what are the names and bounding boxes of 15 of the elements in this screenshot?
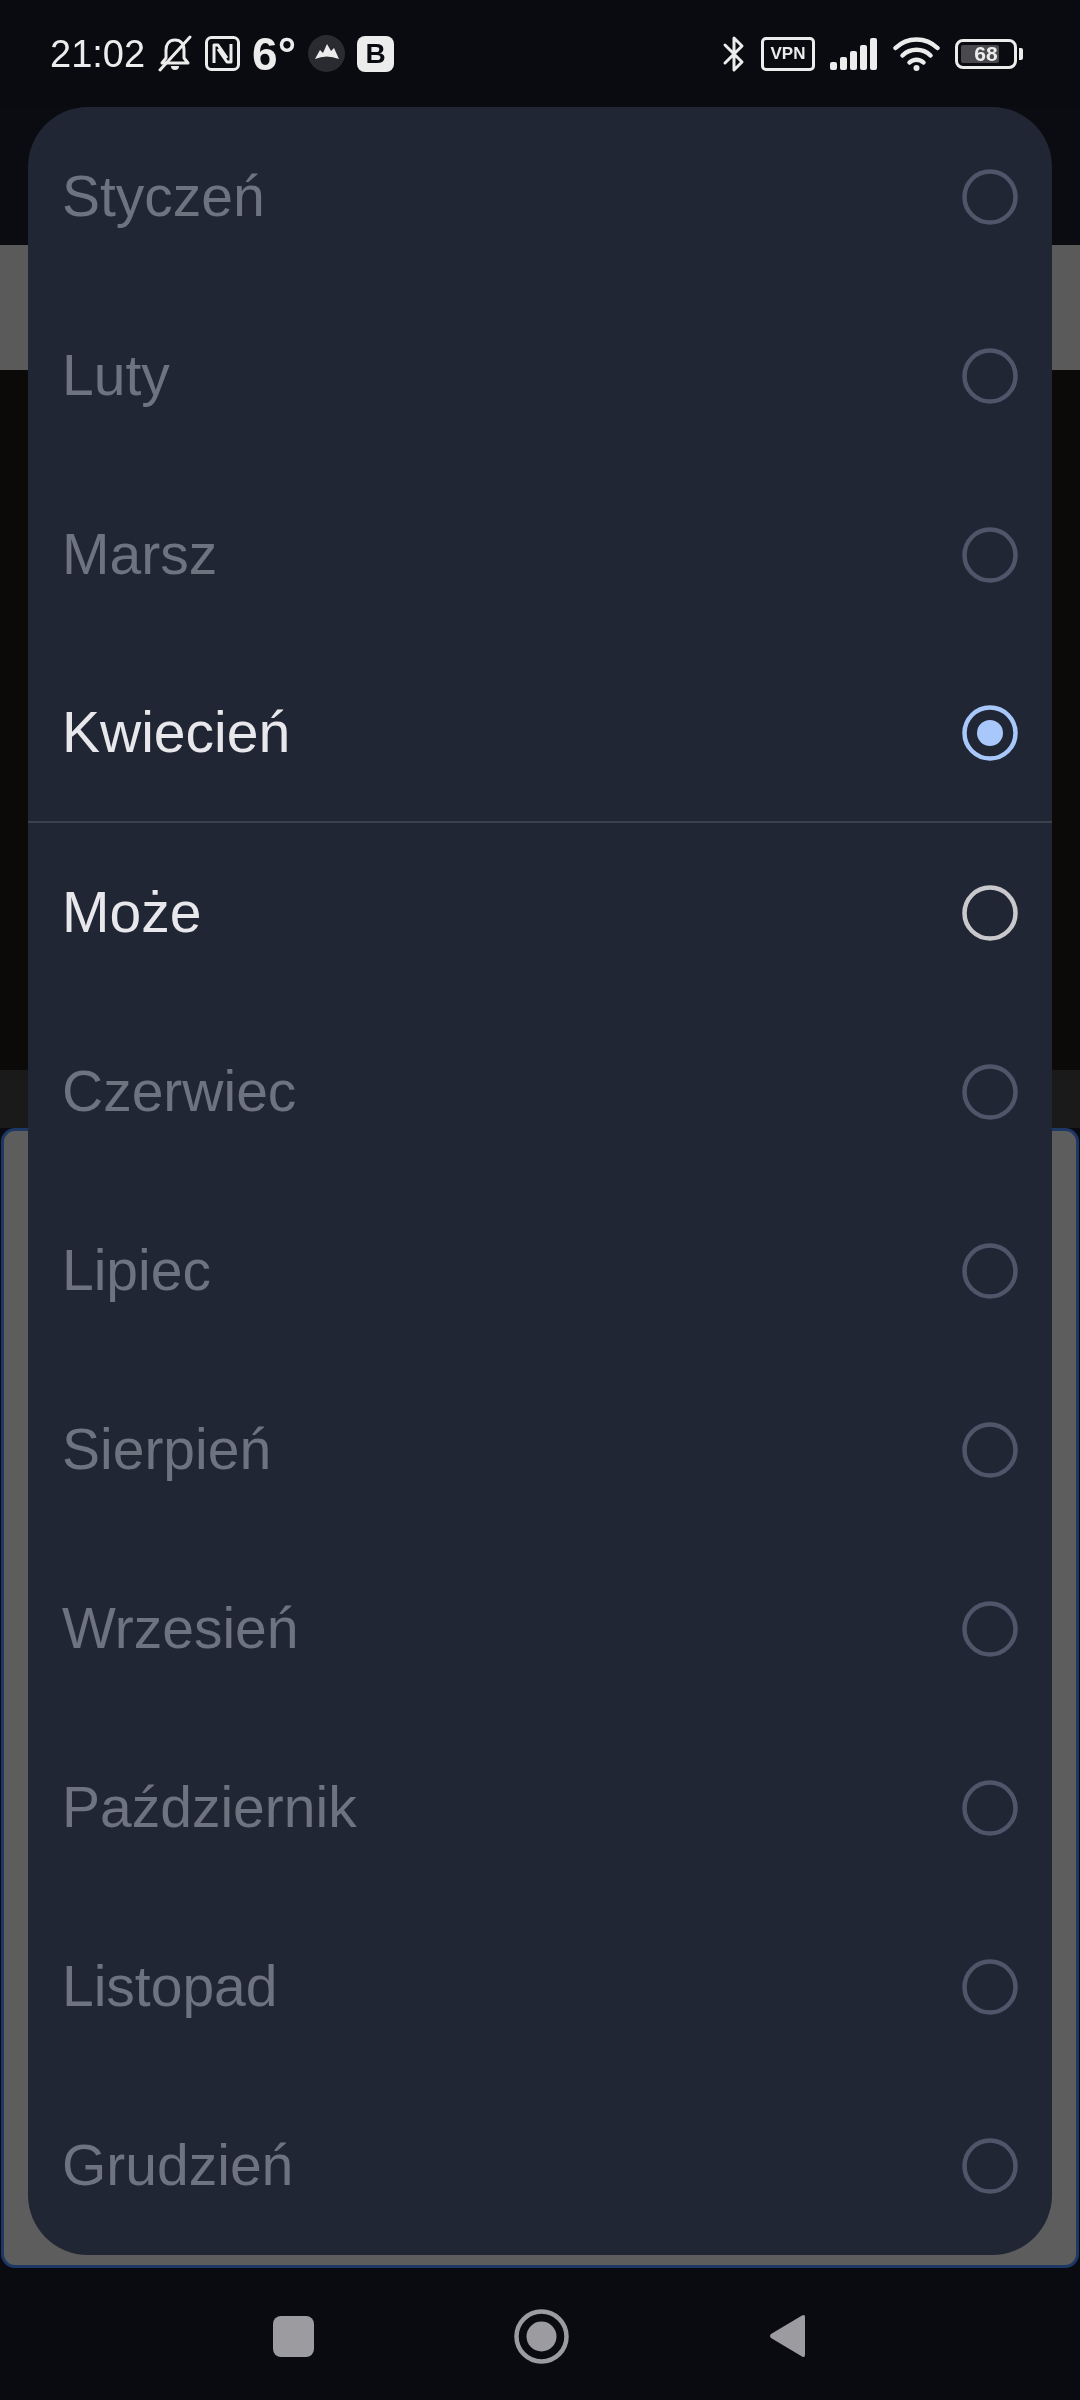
- app-notification-icon: B: [357, 35, 395, 72]
- month-option[interactable]: Może: [28, 823, 1052, 1002]
- recent-apps-icon[interactable]: [273, 2315, 314, 2357]
- mountain-icon: [308, 35, 346, 72]
- signal-icon: [830, 37, 878, 70]
- muted-bell-icon: [157, 34, 194, 73]
- battery-indicator: 68: [955, 38, 1023, 69]
- clock-time: 21:02: [50, 34, 146, 73]
- weather-temperature: 6°: [252, 30, 297, 77]
- home-icon[interactable]: [514, 2308, 569, 2364]
- nfc-icon: [205, 36, 241, 71]
- back-icon[interactable]: [769, 2314, 807, 2358]
- month-option[interactable]: Kwiecień: [28, 644, 1052, 823]
- wifi-icon: [893, 36, 940, 71]
- vpn-indicator: VPN: [761, 36, 815, 71]
